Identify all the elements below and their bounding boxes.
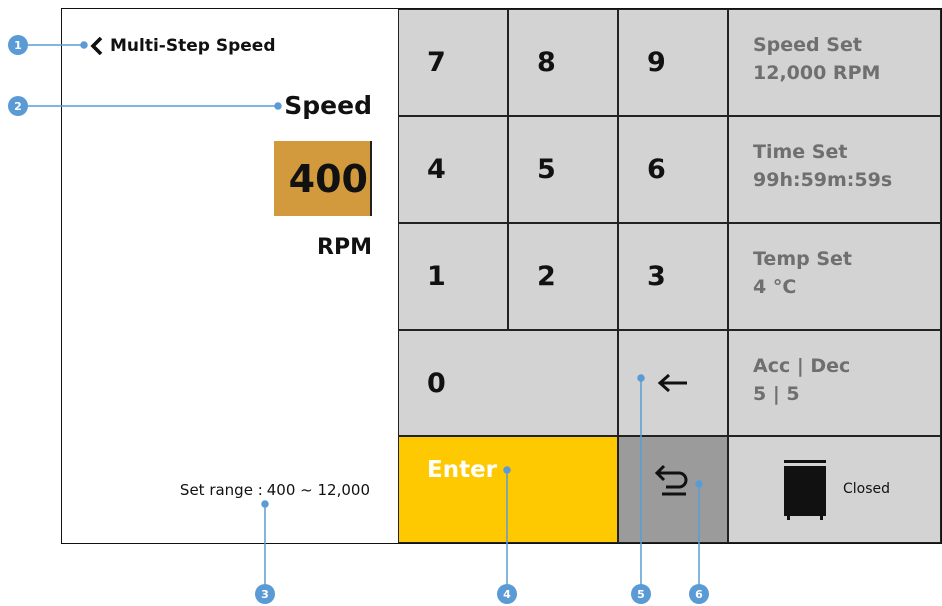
- time-set-tile[interactable]: Time Set 99h:59m:59s: [728, 116, 941, 223]
- key-4[interactable]: 4: [398, 116, 508, 223]
- temp-set-label: Temp Set: [753, 248, 852, 270]
- undo-button[interactable]: [618, 436, 728, 543]
- acc-dec-value: 5 | 5: [753, 382, 800, 405]
- time-set-value: 99h:59m:59s: [753, 168, 893, 191]
- temp-set-tile[interactable]: Temp Set 4 °C: [728, 223, 941, 330]
- key-0[interactable]: 0: [398, 330, 618, 436]
- key-8[interactable]: 8: [508, 9, 618, 116]
- unit-label: RPM: [317, 235, 372, 260]
- temp-set-value: 4 °C: [753, 275, 797, 298]
- callout-1-marker: [8, 35, 28, 55]
- value-input[interactable]: 400: [274, 141, 372, 216]
- callout-2-marker: [8, 96, 28, 116]
- callout-4-label: 4: [503, 588, 511, 601]
- status-panel: Speed Set 12,000 RPM Time Set 99h:59m:59…: [728, 9, 941, 543]
- range-value: 400 ~ 12,000: [266, 481, 370, 499]
- callout-6-label: 6: [695, 588, 703, 601]
- key-2[interactable]: 2: [508, 223, 618, 330]
- speed-set-value: 12,000 RPM: [753, 61, 881, 84]
- callout-2-label: 2: [14, 100, 22, 113]
- callout-6-marker: [689, 584, 709, 604]
- device-screen: Multi-Step Speed Speed 400 RPM Set range…: [61, 8, 942, 544]
- enter-button[interactable]: Enter: [398, 436, 618, 543]
- backspace-button[interactable]: [618, 330, 728, 436]
- page-title: Multi-Step Speed: [110, 36, 276, 56]
- callout-3-label: 3: [261, 588, 269, 601]
- acc-dec-label: Acc | Dec: [753, 355, 851, 377]
- callout-1-label: 1: [14, 39, 22, 52]
- speed-set-tile[interactable]: Speed Set 12,000 RPM: [728, 9, 941, 116]
- key-1[interactable]: 1: [398, 223, 508, 330]
- acc-dec-tile[interactable]: Acc | Dec 5 | 5: [728, 330, 941, 436]
- numeric-keypad: 7 8 9 4 5 6 1 2 3 0 Enter: [398, 9, 728, 543]
- undo-arrow-icon: [654, 464, 688, 495]
- key-5[interactable]: 5: [508, 116, 618, 223]
- input-panel: Multi-Step Speed Speed 400 RPM Set range…: [62, 9, 398, 543]
- value-text: 400: [288, 156, 368, 201]
- range-label: Set range :: [179, 481, 263, 499]
- callout-3-marker: [255, 584, 275, 604]
- key-6[interactable]: 6: [618, 116, 728, 223]
- chevron-left-icon: [90, 37, 103, 55]
- back-button[interactable]: Multi-Step Speed: [90, 36, 275, 56]
- callout-5-marker: [631, 584, 651, 604]
- callout-4-marker: [497, 584, 517, 604]
- field-label: Speed: [284, 91, 372, 120]
- key-9[interactable]: 9: [618, 9, 728, 116]
- key-3[interactable]: 3: [618, 223, 728, 330]
- left-arrow-icon: [657, 373, 687, 393]
- time-set-label: Time Set: [753, 141, 848, 163]
- door-closed-icon: [784, 459, 826, 520]
- door-status-label: Closed: [843, 481, 891, 498]
- set-range: Set range : 400 ~ 12,000: [180, 481, 370, 499]
- key-7[interactable]: 7: [398, 9, 508, 116]
- speed-set-label: Speed Set: [753, 34, 862, 56]
- door-status-tile[interactable]: Closed: [728, 436, 941, 543]
- callout-5-label: 5: [637, 588, 645, 601]
